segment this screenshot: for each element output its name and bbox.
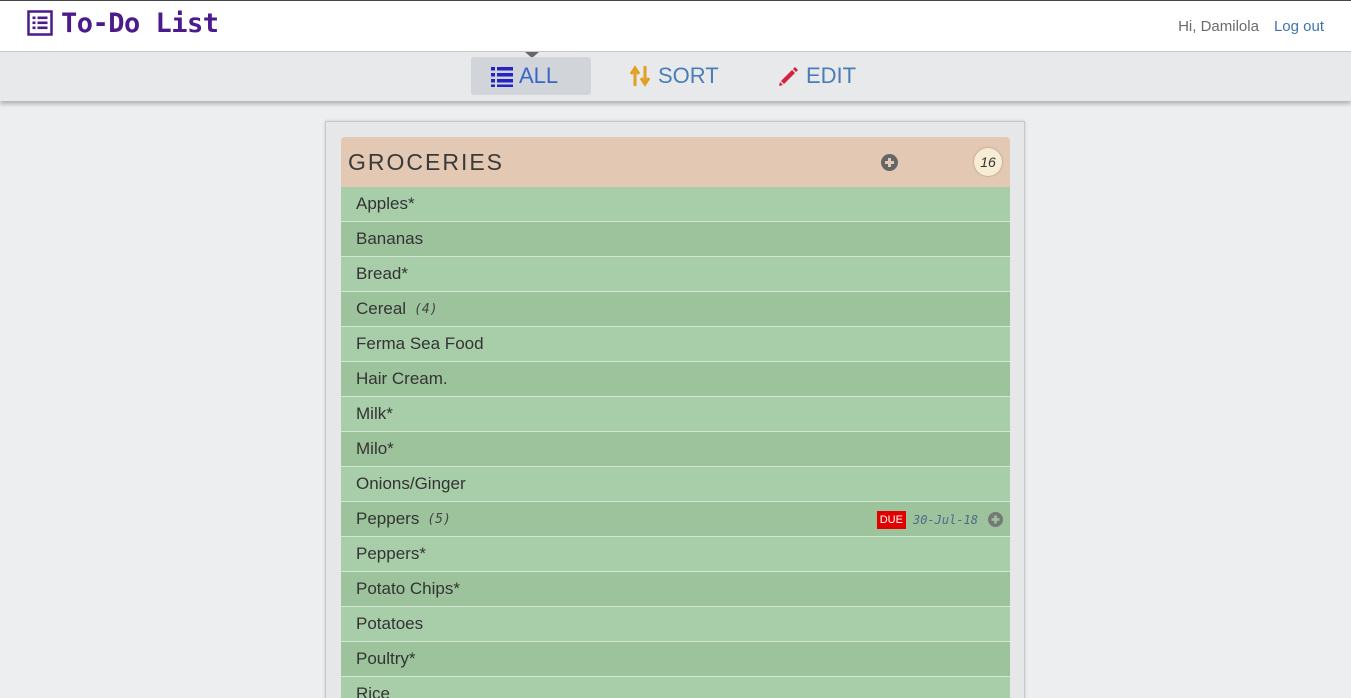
- item-name: Ferma Sea Food: [356, 334, 484, 353]
- item-name: Onions/Ginger: [356, 474, 466, 493]
- list-item[interactable]: Apples*: [341, 187, 1010, 222]
- item-name: Poultry*: [356, 649, 416, 668]
- item-name: Potato Chips*: [356, 579, 460, 598]
- item-name: Cereal: [356, 299, 407, 318]
- item-name: Apples*: [356, 194, 415, 213]
- item-quantity: (5): [427, 511, 451, 527]
- add-item-icon[interactable]: [881, 154, 898, 171]
- item-name: Potatoes: [356, 614, 424, 633]
- list-panel: GROCERIES 16 Apples* Bananas Bread* Cere…: [325, 121, 1025, 698]
- list-header: GROCERIES 16: [341, 137, 1010, 187]
- list-icon: [491, 67, 513, 87]
- list-item[interactable]: Peppers*: [341, 537, 1010, 572]
- item-quantity: (4): [414, 301, 438, 317]
- item-name: Peppers: [356, 509, 420, 528]
- sort-icon: [630, 65, 651, 87]
- item-name: Milk*: [356, 404, 393, 423]
- app-brand[interactable]: To-Do List: [27, 7, 219, 39]
- user-area: Hi, Damilola Log out: [1178, 18, 1324, 35]
- list-title: GROCERIES: [348, 149, 505, 175]
- nav-tab-label: ALL: [519, 63, 559, 88]
- item-name: Milo*: [356, 439, 394, 458]
- nav-tab-edit[interactable]: EDIT: [758, 57, 876, 95]
- top-header: To-Do List Hi, Damilola Log out: [0, 0, 1351, 52]
- pencil-icon: [779, 67, 798, 86]
- list-document-icon: [27, 10, 53, 36]
- list-item[interactable]: Ferma Sea Food: [341, 327, 1010, 362]
- list-item[interactable]: Hair Cream.: [341, 362, 1010, 397]
- user-greeting: Hi, Damilola: [1178, 18, 1259, 35]
- item-name: Rice: [356, 684, 391, 698]
- list-item[interactable]: Milo*: [341, 432, 1010, 467]
- item-count-badge: 16: [974, 148, 1002, 176]
- nav-tab-label: SORT: [658, 63, 719, 88]
- add-subitem-icon[interactable]: [988, 512, 1003, 527]
- item-name: Bananas: [356, 229, 424, 248]
- nav-tab-label: EDIT: [806, 63, 857, 88]
- list-item[interactable]: Peppers (5) DUE 30-Jul-18: [341, 502, 1010, 537]
- list-item[interactable]: Bananas: [341, 222, 1010, 257]
- list-item[interactable]: Rice: [341, 677, 1010, 698]
- item-name: Hair Cream.: [356, 369, 448, 388]
- list-item[interactable]: Milk*: [341, 397, 1010, 432]
- item-name: Peppers*: [356, 544, 426, 563]
- due-badge: DUE: [876, 510, 906, 529]
- list-item[interactable]: Poultry*: [341, 642, 1010, 677]
- logout-link[interactable]: Log out: [1274, 18, 1324, 35]
- view-nav: ALL SORT EDIT: [0, 52, 1351, 101]
- item-name: Bread*: [356, 264, 408, 283]
- item-meta: DUE 30-Jul-18: [876, 502, 1003, 537]
- list-item[interactable]: Potatoes: [341, 607, 1010, 642]
- app-title: To-Do List: [61, 7, 219, 39]
- item-list: Apples* Bananas Bread* Cereal (4) Ferma …: [341, 187, 1010, 698]
- due-date: 30-Jul-18: [912, 512, 978, 527]
- list-item[interactable]: Potato Chips*: [341, 572, 1010, 607]
- nav-tab-all[interactable]: ALL: [471, 57, 591, 95]
- list-item[interactable]: Onions/Ginger: [341, 467, 1010, 502]
- list-item[interactable]: Bread*: [341, 257, 1010, 292]
- nav-tab-sort[interactable]: SORT: [610, 57, 739, 95]
- list-item[interactable]: Cereal (4): [341, 292, 1010, 327]
